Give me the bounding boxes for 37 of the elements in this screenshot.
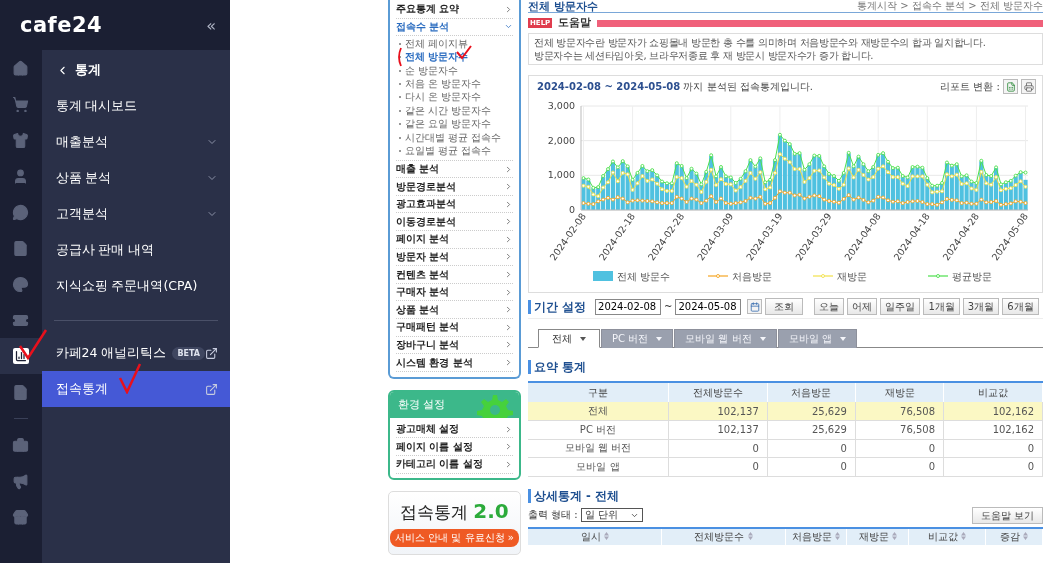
version-label: 2.0 — [473, 498, 509, 523]
column-header: 재방문 — [855, 382, 944, 402]
column-header: 전체방문수 — [668, 382, 768, 402]
legend-label: 재방문 — [837, 271, 867, 282]
legend-label: 전체 방문수 — [617, 271, 671, 282]
column-header: 비교값 — [943, 382, 1043, 402]
banner-title: 접속통계 — [400, 500, 469, 524]
menu-title: 통계 — [74, 61, 101, 79]
axis-label: 2,000 — [547, 134, 575, 146]
table-cell: 102,137 — [668, 402, 768, 421]
column-header: 처음방문 — [767, 382, 856, 402]
help-title: 도움말 — [558, 16, 592, 30]
section-title: 기간 설정 — [528, 299, 586, 314]
axis-label: 0 — [568, 204, 575, 215]
date-separator: ~ — [664, 301, 673, 312]
legend-label: 평균방문 — [952, 271, 992, 282]
help-text: 방문자수는 세션타임아웃, 브라우저종료 후 재 방문시 방문자수가 증가 합니다. — [534, 49, 875, 62]
table-cell: 102,162 — [943, 402, 1043, 421]
report-label: 리포트 변환 : — [940, 79, 1000, 94]
axis-label: 3,000 — [547, 100, 575, 111]
help-text: 전체 방문자수란 방문자가 쇼핑몰내 방문한 총 수를 의미하며 처음방문수와 재방문수의 합과 일치합니다. — [534, 36, 987, 49]
section-title: 상세통계 - 전체 — [528, 488, 619, 503]
beta-badge: BETA — [172, 346, 205, 360]
section-title: 요약 통계 — [528, 360, 586, 374]
column-header: 구분 — [528, 382, 669, 402]
table-cell: 76,508 — [855, 402, 944, 421]
table-cell: 25,629 — [767, 402, 856, 421]
menu-item-label: 카페24 애널리틱스 — [55, 344, 167, 362]
axis-label: 1,000 — [547, 169, 575, 181]
menu-item-label: 접속통계 — [55, 380, 108, 398]
page-title: 전체 방문자수 — [528, 0, 598, 12]
table-cell: 전체 — [528, 402, 669, 421]
settings-title: 환경 설정 — [398, 397, 446, 412]
breadcrumb: 통계시작 > 접속수 분석 > 전체 방문자수 — [857, 0, 1043, 12]
chart-caption: 2024-02-08 ~ 2024-05-08 까지 분석된 접속통계입니다. — [537, 79, 813, 94]
legend-label: 처음방문 — [732, 271, 772, 282]
output-label: 출력 형태 : — [528, 508, 578, 522]
